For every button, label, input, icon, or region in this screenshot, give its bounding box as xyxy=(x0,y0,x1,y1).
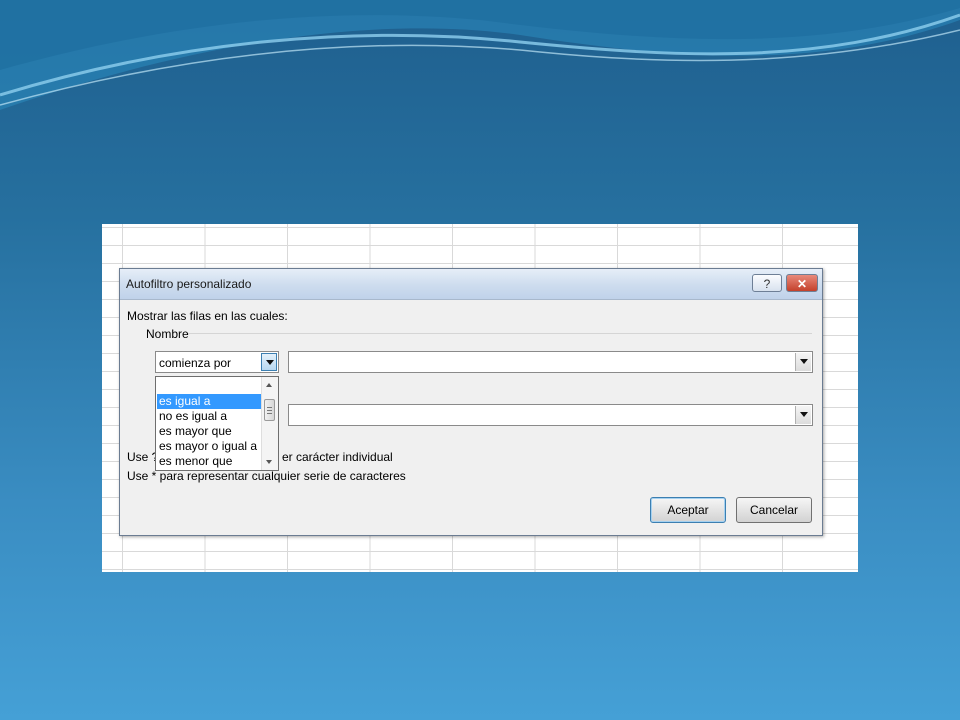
custom-autofilter-dialog: Autofiltro personalizado ? ✕ Mostrar las… xyxy=(119,268,823,536)
wildcard-hint-1-start: Use ? xyxy=(127,450,159,464)
list-item[interactable]: no es igual a xyxy=(157,409,261,424)
value1-combobox[interactable] xyxy=(288,351,813,373)
wildcard-hint-2: Use * para representar cualquier serie d… xyxy=(127,469,406,483)
accept-button[interactable]: Aceptar xyxy=(650,497,726,523)
operator1-select[interactable]: comienza por xyxy=(155,351,279,373)
list-item[interactable]: es mayor que xyxy=(157,424,261,439)
close-icon: ✕ xyxy=(796,277,808,291)
value2-dropdown-button[interactable] xyxy=(795,406,811,424)
value1-dropdown-button[interactable] xyxy=(795,353,811,371)
scroll-up-icon[interactable] xyxy=(266,383,272,387)
instruction-label: Mostrar las filas en las cuales: xyxy=(127,309,288,323)
help-button[interactable]: ? xyxy=(752,274,782,292)
scroll-down-icon[interactable] xyxy=(266,460,272,464)
dialog-title: Autofiltro personalizado xyxy=(126,277,252,291)
help-icon: ? xyxy=(763,277,771,291)
close-button[interactable]: ✕ xyxy=(786,274,818,292)
wildcard-hint-1-end: er carácter individual xyxy=(282,450,393,464)
list-item[interactable]: es igual a xyxy=(157,394,261,409)
scroll-thumb[interactable] xyxy=(264,399,275,421)
operator-dropdown-list[interactable]: es igual a no es igual a es mayor que es… xyxy=(155,376,279,471)
dropdown-arrow-icon xyxy=(800,359,808,364)
thumb-grip xyxy=(267,410,272,411)
group-divider xyxy=(188,333,812,334)
cancel-button[interactable]: Cancelar xyxy=(736,497,812,523)
group-label: Nombre xyxy=(146,327,189,341)
operator1-dropdown-button[interactable] xyxy=(261,353,277,371)
thumb-grip xyxy=(267,413,272,414)
operator1-value: comienza por xyxy=(159,356,232,370)
decorative-wave xyxy=(0,0,960,110)
dropdown-arrow-icon xyxy=(266,360,274,365)
list-item[interactable]: es menor que xyxy=(157,454,261,469)
thumb-grip xyxy=(267,407,272,408)
list-scrollbar[interactable] xyxy=(261,377,278,470)
dialog-titlebar[interactable]: Autofiltro personalizado ? ✕ xyxy=(120,269,822,300)
list-item[interactable]: es mayor o igual a xyxy=(157,439,261,454)
dropdown-arrow-icon xyxy=(800,412,808,417)
value2-combobox[interactable] xyxy=(288,404,813,426)
